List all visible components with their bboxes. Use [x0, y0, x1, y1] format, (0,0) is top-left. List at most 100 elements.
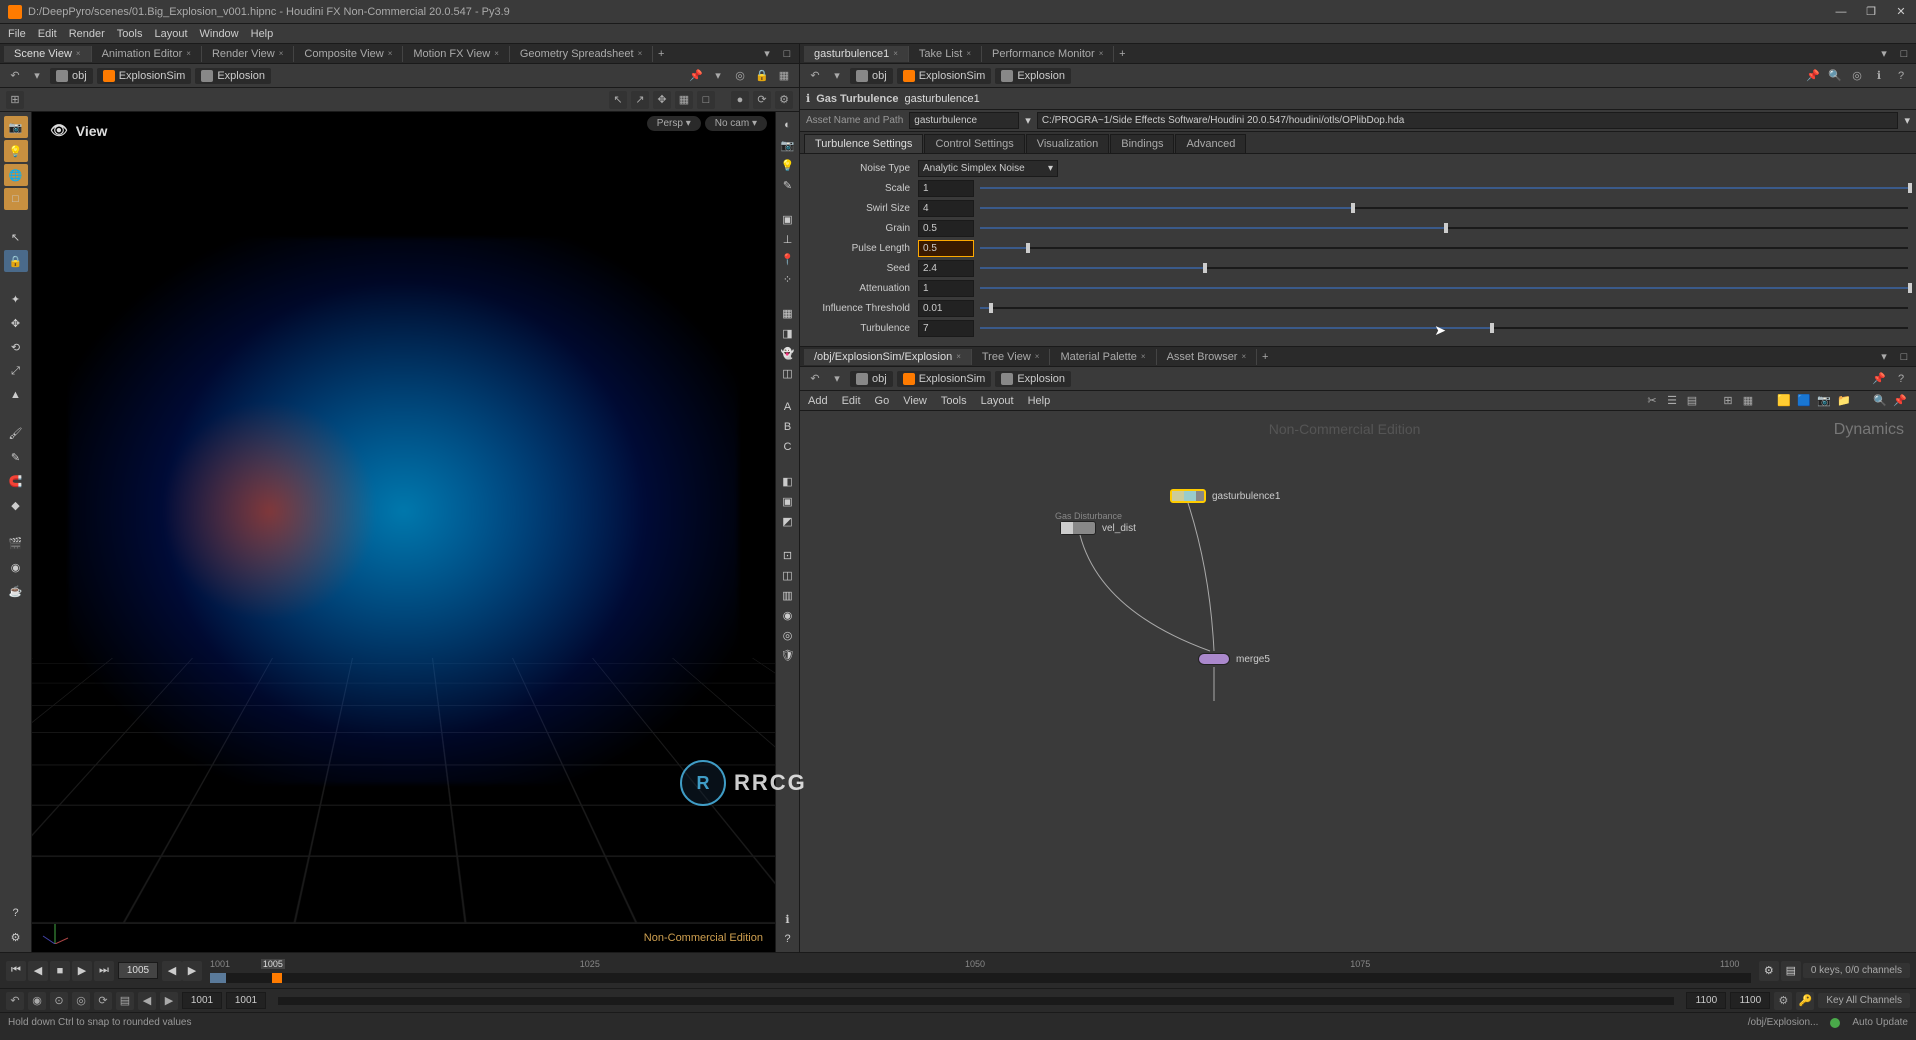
display-xray-icon[interactable]: ◫ [779, 364, 797, 382]
pane-menu-icon[interactable]: ▾ [1876, 46, 1892, 62]
forward-icon[interactable]: ▾ [28, 67, 46, 85]
net-menu-help[interactable]: Help [1028, 395, 1051, 407]
net-menu-edit[interactable]: Edit [842, 395, 861, 407]
net-menu-add[interactable]: Add [808, 395, 828, 407]
display-u-icon[interactable]: ◧ [779, 472, 797, 490]
menu-render[interactable]: Render [69, 28, 105, 40]
menu-file[interactable]: File [8, 28, 26, 40]
net-menu-tools[interactable]: Tools [941, 395, 967, 407]
tab-turbulence-settings[interactable]: Turbulence Settings [804, 134, 923, 153]
param-slider[interactable] [980, 181, 1908, 195]
display-b-icon[interactable]: B [779, 418, 797, 436]
tool-select-icon[interactable]: ↖ [4, 226, 28, 248]
path-obj[interactable]: obj [850, 371, 893, 387]
dropdown-icon[interactable]: ▾ [1025, 114, 1031, 127]
tool-lock-icon[interactable]: 🔒 [4, 250, 28, 272]
last-frame-button[interactable]: ⏭ [94, 961, 114, 981]
display-shaded-icon[interactable]: ◨ [779, 324, 797, 342]
tab-performance[interactable]: Performance Monitor× [982, 46, 1114, 62]
step-back-button[interactable]: ◀ [162, 961, 182, 981]
info-icon[interactable]: ℹ [806, 92, 810, 105]
tool-move-icon[interactable]: ✥ [4, 312, 28, 334]
net-tool-icon[interactable]: ☰ [1664, 393, 1680, 409]
close-icon[interactable]: × [494, 49, 499, 58]
pin-icon[interactable]: 📌 [1870, 370, 1888, 388]
display-edit-icon[interactable]: ✎ [779, 176, 797, 194]
path-dropdown-icon[interactable]: ▾ [709, 67, 727, 85]
display-3-icon[interactable]: 🛡 [779, 646, 797, 664]
bc-icon[interactable]: ◎ [72, 992, 90, 1010]
display-help-icon[interactable]: ? [779, 930, 797, 948]
display-v-icon[interactable]: ▣ [779, 492, 797, 510]
noise-type-dropdown[interactable]: Analytic Simplex Noise▾ [918, 160, 1058, 177]
close-icon[interactable]: × [186, 49, 191, 58]
bc-icon[interactable]: 🔑 [1796, 992, 1814, 1010]
add-tab-button[interactable]: + [1114, 46, 1130, 62]
menu-edit[interactable]: Edit [38, 28, 57, 40]
param-slider[interactable] [980, 261, 1908, 275]
back-icon[interactable]: ↶ [806, 67, 824, 85]
range-start-input[interactable] [182, 992, 222, 1009]
path-explosion[interactable]: Explosion [195, 68, 271, 84]
step-fwd-button[interactable]: ▶ [182, 961, 202, 981]
display-info-icon[interactable]: ℹ [779, 910, 797, 928]
tab-animation-editor[interactable]: Animation Editor× [92, 46, 202, 62]
display-options-icon[interactable]: ◐ [779, 116, 797, 134]
play-button[interactable]: ▶ [72, 961, 92, 981]
param-input-turbulence[interactable] [918, 320, 974, 337]
param-input-swirl-size[interactable] [918, 200, 974, 217]
display-pin-icon[interactable]: 📍 [779, 250, 797, 268]
back-icon[interactable]: ↶ [6, 67, 24, 85]
display-normals-icon[interactable]: ⊥ [779, 230, 797, 248]
close-icon[interactable]: × [1241, 352, 1246, 361]
range-end-input[interactable] [1686, 992, 1726, 1009]
tool-handles-icon[interactable]: ✦ [4, 288, 28, 310]
close-icon[interactable]: × [279, 49, 284, 58]
bc-icon[interactable]: ⚙ [1774, 992, 1792, 1010]
tool-gear-icon[interactable]: ⚙ [4, 926, 28, 948]
tool-ipr-icon[interactable]: ◉ [4, 556, 28, 578]
pin-icon[interactable]: 📌 [1804, 67, 1822, 85]
param-slider[interactable] [980, 201, 1908, 215]
pin-icon[interactable]: 📌 [1892, 393, 1908, 409]
tab-tree-view[interactable]: Tree View× [972, 349, 1051, 365]
record-icon[interactable]: ● [731, 91, 749, 109]
path-explosionsim[interactable]: ExplosionSim [897, 68, 992, 84]
tab-advanced[interactable]: Advanced [1175, 134, 1246, 153]
net-tool-icon[interactable]: ▦ [1740, 393, 1756, 409]
close-button[interactable]: ✕ [1894, 5, 1908, 19]
tool-help-icon[interactable]: ? [4, 902, 28, 924]
forward-icon[interactable]: ▾ [828, 370, 846, 388]
node-vel-dist[interactable]: Gas Disturbance [1055, 511, 1126, 521]
path-explosion[interactable]: Explosion [995, 68, 1071, 84]
tab-gasturbulence[interactable]: gasturbulence1× [804, 46, 909, 62]
lock-icon[interactable]: 🔒 [753, 67, 771, 85]
back-icon[interactable]: ↶ [806, 370, 824, 388]
display-w-icon[interactable]: ◩ [779, 512, 797, 530]
close-icon[interactable]: × [1099, 49, 1104, 58]
sync-icon[interactable]: ⟳ [753, 91, 771, 109]
tab-geo-spreadsheet[interactable]: Geometry Spreadsheet× [510, 46, 653, 62]
net-tool-icon[interactable]: 🟦 [1796, 393, 1812, 409]
display-1-icon[interactable]: ◉ [779, 606, 797, 624]
path-obj[interactable]: obj [50, 68, 93, 84]
node-name[interactable]: gasturbulence1 [905, 93, 980, 105]
net-tool-icon[interactable]: ✂ [1644, 393, 1660, 409]
play-reverse-button[interactable]: ◀ [28, 961, 48, 981]
target-icon[interactable]: ◎ [731, 67, 749, 85]
display-a-icon[interactable]: A [779, 398, 797, 416]
display-cam-icon[interactable]: 📷 [779, 136, 797, 154]
bc-icon[interactable]: ◉ [28, 992, 46, 1010]
pane-maximize-icon[interactable]: □ [779, 46, 795, 62]
pane-menu-icon[interactable]: ▾ [1876, 349, 1892, 365]
playhead[interactable] [272, 973, 282, 983]
select-icon[interactable]: ↖ [609, 91, 627, 109]
path-explosionsim[interactable]: ExplosionSim [97, 68, 192, 84]
camera-nocam-label[interactable]: No cam ▾ [705, 116, 767, 131]
net-tool-icon[interactable]: 📷 [1816, 393, 1832, 409]
menu-layout[interactable]: Layout [154, 28, 187, 40]
tool-env-icon[interactable]: 🌐 [4, 164, 28, 186]
tab-composite-view[interactable]: Composite View× [294, 46, 403, 62]
key-all-button[interactable]: Key All Channels [1818, 993, 1910, 1008]
timeline-opt-icon[interactable]: ⚙ [1759, 961, 1779, 981]
